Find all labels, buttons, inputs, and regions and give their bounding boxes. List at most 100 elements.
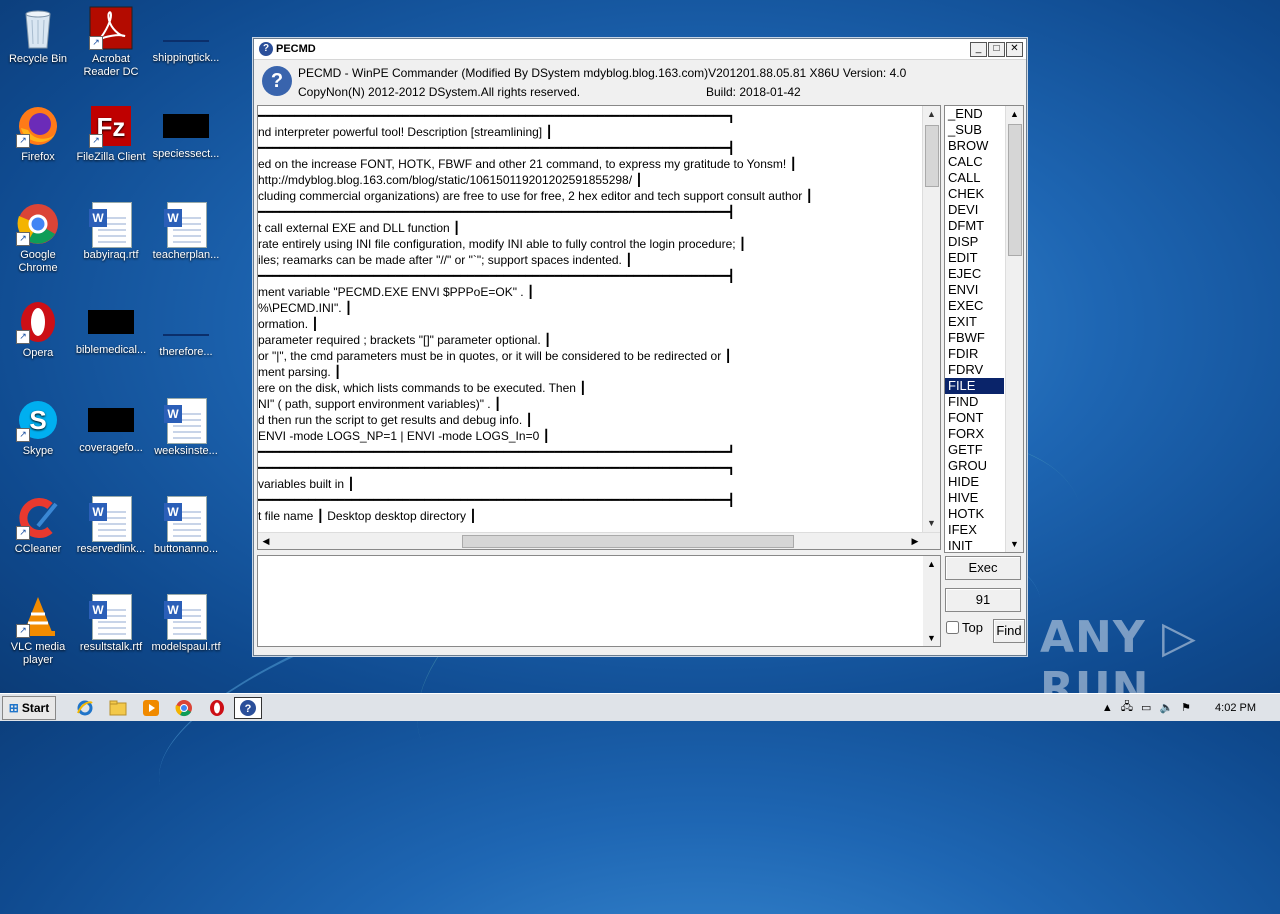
scroll-down-arrow-icon[interactable]: ▼ <box>923 515 940 532</box>
command-item[interactable]: FIND <box>945 394 1004 410</box>
output-lines: ━━━━━━━━━━━━━━━━━━━━━━━━━━━━━━━━━━━━━━━━… <box>258 108 918 524</box>
desktop-icon-file[interactable]: W reservedlink... <box>73 496 149 556</box>
desktop-icon-file[interactable]: W buttonanno... <box>148 496 224 556</box>
desktop-icon-label: shippingtick... <box>152 52 220 64</box>
command-item[interactable]: _SUB <box>945 122 1004 138</box>
command-item[interactable]: _END <box>945 106 1004 122</box>
command-item[interactable]: FORX <box>945 426 1004 442</box>
desktop-icon-label: reservedlink... <box>76 543 146 555</box>
desktop-icon-file[interactable]: biblemedical... <box>73 300 149 357</box>
taskbar-media-player-icon[interactable] <box>140 698 162 718</box>
desktop-icon-file[interactable]: shippingtick... <box>148 6 224 65</box>
monitor-icon[interactable]: ▭ <box>1141 701 1151 714</box>
output-line: t file name ┃ Desktop desktop directory … <box>258 509 477 523</box>
command-item[interactable]: EJEC <box>945 266 1004 282</box>
desktop-icon-ccleaner[interactable]: ↗ CCleaner <box>0 496 76 556</box>
command-item[interactable]: FDIR <box>945 346 1004 362</box>
command-list[interactable]: _END _SUB BROW CALC CALL CHEK DEVI DFMT DISP EDIT… <box>944 105 1024 553</box>
command-item[interactable]: ENVI <box>945 282 1004 298</box>
desktop-icon-firefox[interactable]: ↗ Firefox <box>0 104 76 164</box>
scroll-left-arrow-icon[interactable]: ◀ <box>258 533 274 549</box>
command-item[interactable]: GETF <box>945 442 1004 458</box>
window-title: PECMD <box>276 43 316 55</box>
taskbar-chrome-icon[interactable] <box>173 698 195 718</box>
scroll-up-arrow-icon[interactable]: ▲ <box>1006 106 1023 122</box>
desktop-icon-label: therefore... <box>159 346 213 358</box>
command-item[interactable]: CALL <box>945 170 1004 186</box>
output-vertical-scrollbar[interactable]: ▲ ▼ <box>922 106 940 532</box>
network-icon[interactable]: 🖧 <box>1121 698 1133 717</box>
word-document-icon: W <box>164 594 208 640</box>
scroll-up-arrow-icon[interactable]: ▲ <box>923 556 940 572</box>
scroll-right-arrow-icon[interactable]: ▶ <box>907 533 923 549</box>
command-item[interactable]: FONT <box>945 410 1004 426</box>
command-item[interactable]: HOTK <box>945 506 1004 522</box>
command-item[interactable]: HIDE <box>945 474 1004 490</box>
command-item[interactable]: EXIT <box>945 314 1004 330</box>
command-item[interactable]: DEVI <box>945 202 1004 218</box>
desktop-icon-file[interactable]: W modelspaul.rtf <box>148 594 224 654</box>
command-item[interactable]: FDRV <box>945 362 1004 378</box>
taskbar-ie-icon[interactable] <box>74 698 96 718</box>
desktop-icon-opera[interactable]: ↗ Opera <box>0 300 76 360</box>
clock[interactable]: 4:02 PM <box>1215 702 1256 714</box>
scroll-down-arrow-icon[interactable]: ▼ <box>923 630 940 646</box>
command-item[interactable]: IFEX <box>945 522 1004 538</box>
exec-button[interactable]: Exec <box>945 556 1021 580</box>
command-item[interactable]: FILE <box>945 377 1005 395</box>
top-checkbox[interactable]: Top <box>946 620 983 635</box>
desktop-icon-chrome[interactable]: ↗ Google Chrome <box>0 202 76 275</box>
desktop-icon-file[interactable]: W weeksinste... <box>148 398 224 458</box>
output-text-area[interactable]: ━━━━━━━━━━━━━━━━━━━━━━━━━━━━━━━━━━━━━━━━… <box>257 105 941 550</box>
command-item[interactable]: INIT <box>945 538 1004 552</box>
taskbar-explorer-icon[interactable] <box>107 698 129 718</box>
desktop-icon-file[interactable]: coveragefo... <box>73 398 149 455</box>
window-titlebar[interactable]: ? PECMD _ □ ✕ <box>254 39 1026 60</box>
desktop-icon-file[interactable]: W resultstalk.rtf <box>73 594 149 654</box>
scroll-thumb[interactable] <box>462 535 794 548</box>
command-item[interactable]: EXEC <box>945 298 1004 314</box>
close-button[interactable]: ✕ <box>1006 41 1023 57</box>
start-button[interactable]: ⊞ Start <box>2 695 56 720</box>
volume-icon[interactable]: 🔈 <box>1159 701 1173 714</box>
desktop-icon-filezilla[interactable]: Fz ↗ FileZilla Client <box>73 104 149 164</box>
desktop-icon-acrobat[interactable]: ↗ Acrobat Reader DC <box>73 6 149 79</box>
command-item[interactable]: EDIT <box>945 250 1004 266</box>
desktop-icon-file[interactable]: speciessect... <box>148 104 224 161</box>
desktop-icon-file[interactable]: W babyiraq.rtf <box>73 202 149 262</box>
desktop-icon-vlc[interactable]: ↗ VLC media player <box>0 594 76 667</box>
find-button[interactable]: Find <box>993 619 1025 643</box>
scroll-down-arrow-icon[interactable]: ▼ <box>1006 536 1023 552</box>
command-input-area[interactable]: ▲ ▼ <box>257 555 941 647</box>
show-hidden-icons-icon[interactable]: ▲ <box>1102 702 1113 714</box>
scroll-thumb[interactable] <box>925 125 939 187</box>
output-line: ━━━━━━━━━━━━━━━━━━━━━━━━━━━━━━━━━━━━━━━━… <box>258 269 735 283</box>
command-item[interactable]: CHEK <box>945 186 1004 202</box>
command-item[interactable]: HIVE <box>945 490 1004 506</box>
desktop-icon-recycle-bin[interactable]: Recycle Bin <box>0 6 76 66</box>
desktop-icon-file[interactable]: therefore... <box>148 300 224 359</box>
minimize-button[interactable]: _ <box>970 41 987 57</box>
command-list-scrollbar[interactable]: ▲ ▼ <box>1005 106 1023 552</box>
taskbar-opera-icon[interactable] <box>206 698 228 718</box>
command-input[interactable] <box>258 556 922 644</box>
output-horizontal-scrollbar[interactable]: ◀ ▶ <box>258 532 940 549</box>
taskbar-pecmd-button[interactable]: ? <box>234 696 262 719</box>
command-item[interactable]: BROW <box>945 138 1004 154</box>
pecmd-window: ? PECMD _ □ ✕ ? PECMD - WinPE Commander … <box>253 38 1027 656</box>
command-item[interactable]: FBWF <box>945 330 1004 346</box>
flag-icon[interactable]: ⚑ <box>1181 701 1191 714</box>
command-item[interactable]: GROU <box>945 458 1004 474</box>
maximize-button[interactable]: □ <box>988 41 1005 57</box>
command-item[interactable]: DISP <box>945 234 1004 250</box>
desktop-icon-file[interactable]: W teacherplan... <box>148 202 224 262</box>
command-item[interactable]: CALC <box>945 154 1004 170</box>
top-checkbox-input[interactable] <box>946 621 959 634</box>
output-line: ed on the increase FONT, HOTK, FBWF and … <box>258 157 797 171</box>
command-count-button[interactable]: 91 <box>945 588 1021 612</box>
input-vertical-scrollbar[interactable]: ▲ ▼ <box>923 556 940 646</box>
scroll-up-arrow-icon[interactable]: ▲ <box>923 106 940 123</box>
command-item[interactable]: DFMT <box>945 218 1004 234</box>
desktop-icon-skype[interactable]: S ↗ Skype <box>0 398 76 458</box>
scroll-thumb[interactable] <box>1008 124 1022 256</box>
